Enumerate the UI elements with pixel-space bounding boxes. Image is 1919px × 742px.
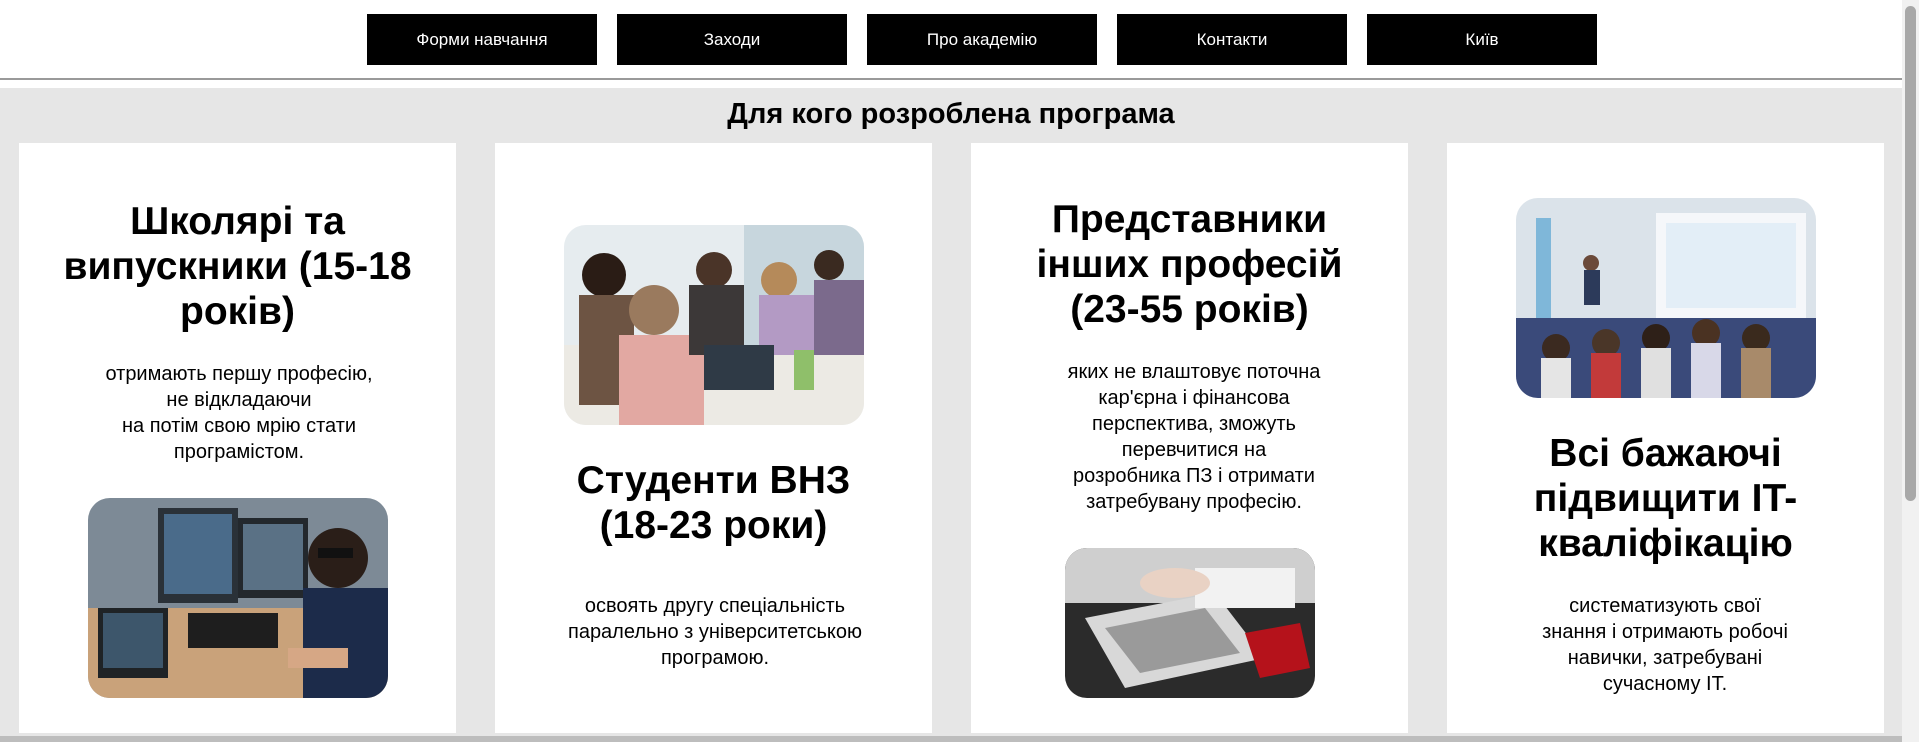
nav-label: Київ — [1465, 29, 1499, 49]
card-text: систематизують свої знання і отримають р… — [1542, 595, 1788, 695]
group-study-photo — [564, 225, 864, 425]
card-text: освоять другу спеціальність паралельно з… — [567, 595, 863, 669]
top-navigation: Форми навчання Заходи Про академію Конта… — [0, 0, 1902, 80]
card-title: Студенти ВНЗ (18-23 роки) — [576, 459, 851, 547]
nav-label: Про академію — [926, 29, 1038, 49]
nav-button-city[interactable]: Київ — [1367, 14, 1597, 65]
nav-button-about[interactable]: Про академію — [867, 14, 1097, 65]
student-at-computers-photo — [88, 498, 388, 698]
nav-button-study-forms[interactable]: Форми навчання — [367, 14, 597, 65]
bottom-divider — [0, 736, 1902, 742]
card-title: Школярі та випускники (15-18 років) — [63, 200, 412, 333]
page-scrollbar[interactable] — [1902, 0, 1919, 742]
section-title: Для кого розроблена програма — [727, 98, 1175, 130]
nav-button-contacts[interactable]: Контакти — [1117, 14, 1347, 65]
nav-label: Заходи — [703, 29, 761, 49]
laptop-notebook-photo — [1065, 548, 1315, 698]
scrollbar-thumb[interactable] — [1905, 6, 1916, 501]
audience-card-it-qualification: Всі бажаючі підвищити IT- кваліфікацію с… — [1447, 143, 1884, 733]
audience-section: Для кого розроблена програма Школярі та … — [0, 88, 1902, 742]
nav-label: Форми навчання — [416, 29, 548, 49]
nav-label: Контакти — [1196, 29, 1268, 49]
audience-card-schoolchildren: Школярі та випускники (15-18 років) отри… — [19, 143, 456, 733]
nav-divider — [0, 78, 1902, 80]
card-title: Представники інших професій (23-55 років… — [1036, 198, 1343, 331]
lecture-hall-photo — [1516, 198, 1816, 398]
audience-card-university-students: Студенти ВНЗ (18-23 роки) освоять другу … — [495, 143, 932, 733]
card-title: Всі бажаючі підвищити IT- кваліфікацію — [1533, 432, 1798, 565]
card-text: отримають першу професію, не відкладаючи… — [105, 363, 373, 463]
card-text: яких не влаштовує поточна кар'єрна і фін… — [1067, 361, 1321, 513]
audience-card-other-professions: Представники інших професій (23-55 років… — [971, 143, 1408, 733]
nav-button-events[interactable]: Заходи — [617, 14, 847, 65]
